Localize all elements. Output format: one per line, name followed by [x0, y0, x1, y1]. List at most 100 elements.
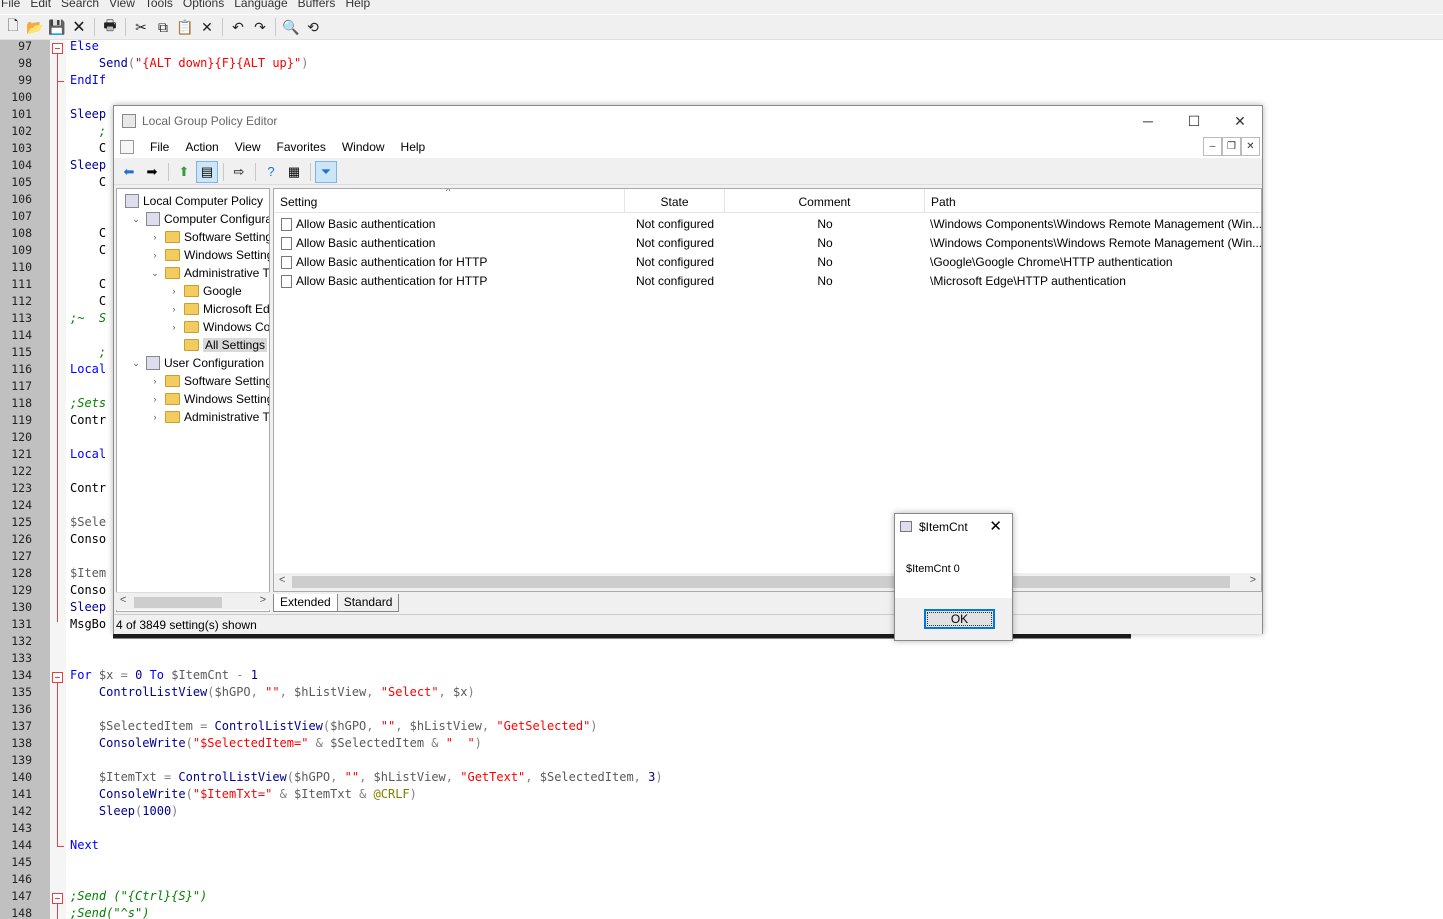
tree-item[interactable]: ⌄ Administrative Te: [149, 264, 269, 282]
expanded-chevron-icon[interactable]: ⌄: [130, 214, 142, 225]
open-file-icon[interactable]: 📂: [24, 16, 46, 38]
gpo-menu-action[interactable]: Action: [177, 140, 226, 154]
editor-menu-options[interactable]: Options: [178, 0, 229, 10]
collapsed-chevron-icon[interactable]: ›: [168, 322, 180, 332]
tree-item[interactable]: All Settings: [168, 336, 268, 354]
replace-icon[interactable]: ⟲: [302, 16, 324, 38]
tree-item[interactable]: Local Computer Policy: [121, 192, 263, 210]
editor-menu-file[interactable]: File: [0, 0, 25, 10]
editor-menu-buffers[interactable]: Buffers: [293, 0, 341, 10]
collapsed-chevron-icon[interactable]: ›: [168, 304, 180, 314]
policy-tree[interactable]: Local Computer Policy ⌄ Computer Configura…: [116, 188, 270, 612]
undo-icon[interactable]: ↶: [227, 16, 249, 38]
tree-item[interactable]: › Software Settings: [149, 372, 270, 390]
minimize-icon[interactable]: ─: [1125, 106, 1171, 136]
list-row[interactable]: Allow Basic authentication Not configured…: [274, 215, 1261, 234]
export-list-icon[interactable]: ⇨: [228, 161, 250, 183]
editor-menu-language[interactable]: Language: [229, 0, 292, 10]
settings-list[interactable]: Setting ^ State Comment Path Allow Basic…: [273, 188, 1262, 592]
show-hide-tree-icon[interactable]: ▤: [196, 160, 218, 183]
scroll-left-icon[interactable]: <: [120, 594, 126, 606]
tree-item[interactable]: ⌄ Computer Configura: [130, 210, 269, 228]
tree-item[interactable]: › Windows Setting: [149, 390, 270, 408]
fold-toggle-icon[interactable]: [52, 43, 63, 54]
tree-item[interactable]: ⌄ User Configuration: [130, 354, 264, 372]
editor-menu-view[interactable]: View: [104, 0, 140, 10]
redo-icon[interactable]: ↷: [249, 16, 271, 38]
editor-menu-search[interactable]: Search: [56, 0, 104, 10]
list-row[interactable]: Allow Basic authentication for HTTP Not c…: [274, 253, 1261, 272]
forward-arrow-icon[interactable]: ➡: [141, 161, 163, 183]
message-box-titlebar[interactable]: $ItemCnt ✕: [895, 514, 1012, 540]
fold-toggle-icon[interactable]: [52, 672, 63, 683]
fold-line: [57, 683, 58, 846]
close-file-icon[interactable]: 🗙: [68, 16, 90, 38]
tree-horizontal-scrollbar[interactable]: < >: [116, 592, 270, 610]
gpo-titlebar[interactable]: Local Group Policy Editor ─ ☐ ✕: [114, 106, 1262, 136]
mdi-minimize-icon[interactable]: –: [1203, 137, 1222, 156]
up-folder-icon[interactable]: ⬆: [173, 161, 195, 183]
gpo-menu-favorites[interactable]: Favorites: [269, 140, 334, 154]
collapsed-chevron-icon[interactable]: ›: [168, 286, 180, 296]
expanded-chevron-icon[interactable]: ⌄: [149, 268, 161, 279]
save-icon[interactable]: 💾: [46, 16, 68, 38]
gpo-menu-help[interactable]: Help: [393, 140, 434, 154]
scroll-left-icon[interactable]: <: [279, 574, 285, 586]
paste-icon[interactable]: 📋: [174, 16, 196, 38]
tree-item[interactable]: › Windows Cor: [168, 318, 270, 336]
cut-icon[interactable]: ✂: [130, 16, 152, 38]
close-icon[interactable]: ✕: [989, 517, 1002, 535]
collapsed-chevron-icon[interactable]: ›: [149, 232, 161, 242]
gpo-app-icon: [122, 114, 136, 128]
scroll-right-icon[interactable]: >: [1250, 574, 1256, 586]
list-row[interactable]: Allow Basic authentication for HTTP Not c…: [274, 272, 1261, 291]
close-icon[interactable]: ✕: [1217, 106, 1263, 136]
properties-icon[interactable]: ▦: [283, 161, 305, 183]
collapsed-chevron-icon[interactable]: ›: [149, 376, 161, 386]
scroll-right-icon[interactable]: >: [260, 594, 266, 606]
find-icon[interactable]: 🔍: [280, 16, 302, 38]
help-icon[interactable]: ?: [260, 161, 282, 183]
tree-item[interactable]: › Google: [168, 282, 242, 300]
fold-toggle-icon[interactable]: [52, 893, 63, 904]
policy-setting-icon: [281, 218, 292, 231]
tree-item[interactable]: › Windows Setting: [149, 246, 270, 264]
column-header-comment[interactable]: Comment: [725, 189, 925, 213]
back-arrow-icon[interactable]: ⬅: [118, 161, 140, 183]
copy-icon[interactable]: ⧉: [152, 16, 174, 38]
ok-button[interactable]: OK: [924, 609, 995, 629]
tree-item[interactable]: › Administrative Te: [149, 408, 270, 426]
message-box-title: $ItemCnt: [919, 520, 968, 534]
list-row[interactable]: Allow Basic authentication Not configured…: [274, 234, 1261, 253]
folder-icon: [165, 411, 180, 423]
editor-menu-help[interactable]: Help: [340, 0, 375, 10]
editor-menu-tools[interactable]: Tools: [140, 0, 178, 10]
tab-standard[interactable]: Standard: [337, 594, 400, 612]
mdi-close-icon[interactable]: ✕: [1241, 137, 1260, 156]
code-text: Sleep(1000): [98, 804, 179, 818]
column-header-path[interactable]: Path: [925, 189, 1261, 213]
mdi-restore-icon[interactable]: ❐: [1222, 137, 1241, 156]
maximize-icon[interactable]: ☐: [1171, 106, 1217, 136]
tree-item[interactable]: › Software Settings: [149, 228, 270, 246]
gpo-menu-file[interactable]: File: [142, 140, 177, 154]
editor-menu-edit[interactable]: Edit: [25, 0, 56, 10]
collapsed-chevron-icon[interactable]: ›: [149, 250, 161, 260]
tree-item[interactable]: › Microsoft Edg: [168, 300, 270, 318]
expanded-chevron-icon[interactable]: ⌄: [130, 358, 142, 369]
cell-path: \Windows Components\Windows Remote Manag…: [930, 236, 1262, 250]
column-header-state[interactable]: State: [625, 189, 725, 213]
scroll-thumb[interactable]: [292, 576, 1230, 588]
collapsed-chevron-icon[interactable]: ›: [149, 394, 161, 404]
new-file-icon[interactable]: 🗋: [2, 16, 24, 38]
gpo-menu-window[interactable]: Window: [334, 140, 393, 154]
print-icon[interactable]: 🖶: [99, 16, 121, 38]
tab-extended[interactable]: Extended: [273, 594, 338, 612]
folder-icon: [184, 285, 199, 297]
delete-icon[interactable]: ✕: [196, 16, 218, 38]
scroll-thumb[interactable]: [134, 597, 222, 608]
gpo-menu-view[interactable]: View: [227, 140, 269, 154]
list-horizontal-scrollbar[interactable]: < >: [274, 573, 1261, 591]
collapsed-chevron-icon[interactable]: ›: [149, 412, 161, 422]
filter-icon[interactable]: ⏷: [315, 160, 337, 183]
